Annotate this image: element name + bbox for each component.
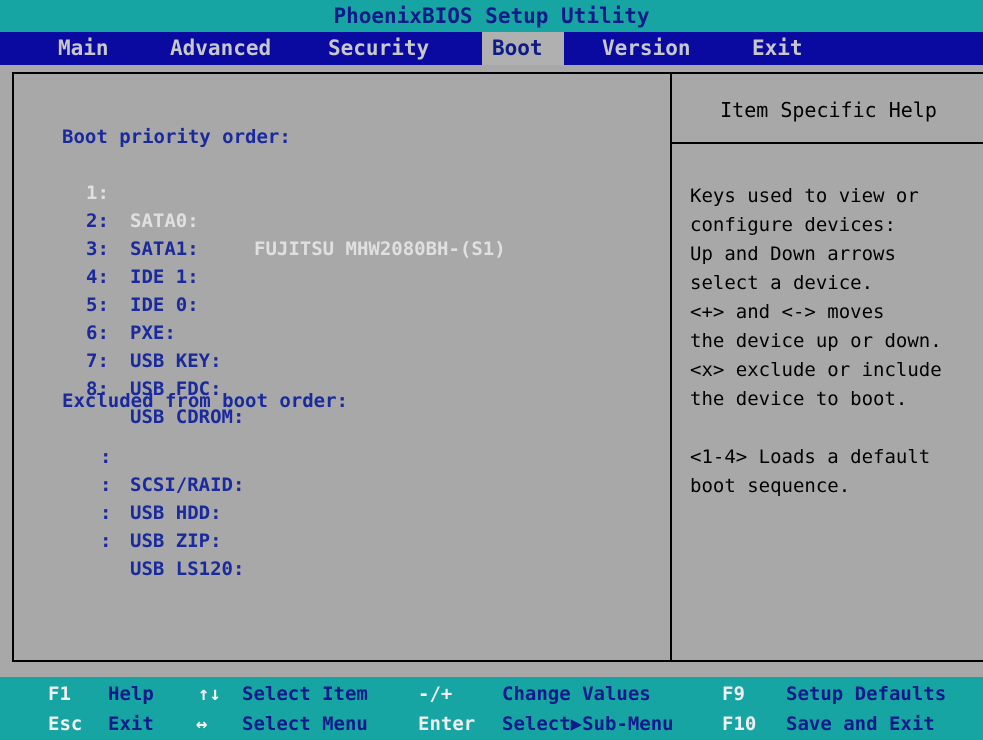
panel-divider (670, 74, 672, 660)
excluded-item-4[interactable]: : USB LS120: (62, 499, 244, 583)
boot-item-device: IDE 0: (130, 294, 199, 316)
key-f10-desc: Save and Exit (786, 713, 935, 735)
help-title: Item Specific Help (720, 98, 937, 122)
boot-item-num: 7: (86, 350, 109, 372)
boot-item-device: SATA0: (130, 210, 199, 232)
status-bar: F1 Help ↑↓ Select Item -/+ Change Values… (0, 677, 983, 740)
excluded-item-num: : (100, 446, 112, 468)
key-esc: Esc (48, 713, 83, 735)
excluded-item-device: USB ZIP: (130, 530, 222, 552)
key-f1-desc: Help (108, 683, 154, 705)
key-leftright: ↔ (196, 713, 208, 735)
window-title: PhoenixBIOS Setup Utility (0, 0, 983, 32)
boot-item-device: IDE 1: (130, 266, 199, 288)
help-divider (672, 142, 983, 144)
menu-bar: Main Advanced Security Boot Version Exit (0, 32, 983, 65)
help-text: Keys used to view or configure devices: … (690, 185, 942, 497)
key-plusminus: -/+ (418, 683, 453, 705)
key-enter-desc: Select▶Sub-Menu (502, 713, 674, 735)
tab-exit[interactable]: Exit (742, 32, 813, 65)
boot-item-device: USB KEY: (130, 350, 222, 372)
key-f1: F1 (48, 683, 71, 705)
boot-item-num: 3: (86, 238, 109, 260)
key-updown-desc: Select Item (242, 683, 368, 705)
excluded-item-num: : (100, 474, 112, 496)
tab-main[interactable]: Main (48, 32, 119, 65)
boot-item-num: 2: (86, 210, 109, 232)
boot-item-detail: FUJITSU MHW2080BH-(S1) (254, 238, 506, 260)
key-plusminus-desc: Change Values (502, 683, 651, 705)
key-f9: F9 (722, 683, 745, 705)
key-updown: ↑↓ (198, 683, 221, 705)
boot-item-num: 5: (86, 294, 109, 316)
excluded-item-device: USB LS120: (130, 558, 245, 580)
tab-advanced[interactable]: Advanced (160, 32, 281, 65)
tab-version[interactable]: Version (592, 32, 701, 65)
boot-item-num: 1: (86, 182, 109, 204)
excluded-item-num: : (100, 502, 112, 524)
boot-item-device: SATA1: (130, 238, 199, 260)
excluded-item-device: SCSI/RAID: (130, 474, 245, 496)
key-f9-desc: Setup Defaults (786, 683, 947, 705)
key-leftright-desc: Select Menu (242, 713, 368, 735)
key-esc-desc: Exit (108, 713, 154, 735)
boot-item-num: 4: (86, 266, 109, 288)
tab-security[interactable]: Security (318, 32, 439, 65)
key-f10: F10 (722, 713, 757, 735)
key-enter: Enter (418, 713, 476, 735)
boot-item-device: PXE: (130, 322, 176, 344)
boot-item-num: 6: (86, 322, 109, 344)
excluded-item-device: USB HDD: (130, 502, 222, 524)
excluded-heading: Excluded from boot order: (62, 390, 348, 412)
tab-boot[interactable]: Boot (482, 32, 564, 65)
excluded-item-num: : (100, 530, 112, 552)
boot-priority-heading: Boot priority order: (62, 126, 291, 148)
